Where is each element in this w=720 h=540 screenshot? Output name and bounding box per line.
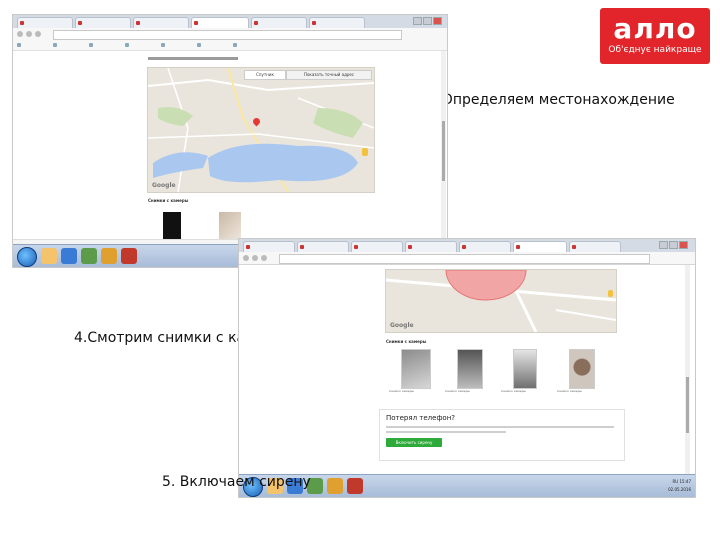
browser-tab[interactable]: [351, 241, 403, 252]
close-icon[interactable]: [433, 17, 442, 25]
system-tray[interactable]: RU 15:47 02.05.2016: [668, 478, 691, 494]
pegman-icon[interactable]: [362, 148, 368, 156]
photos-heading: Снимки с камеры: [386, 339, 427, 344]
siren-card-text: [386, 431, 506, 433]
browser-tab[interactable]: [251, 17, 307, 28]
logo-wordmark: алло: [613, 12, 697, 45]
explorer-icon[interactable]: [41, 248, 57, 264]
tray-language[interactable]: RU: [672, 479, 678, 484]
bookmark-item[interactable]: [125, 42, 161, 48]
pdf-icon[interactable]: [347, 478, 363, 494]
logo-tagline: Об'єднує найкраще: [608, 45, 702, 55]
browser-tab[interactable]: [405, 241, 457, 252]
tray-time: 15:47: [679, 479, 691, 484]
photo-caption: Снимок камеры: [501, 389, 526, 393]
photo-caption: Снимок камеры: [557, 389, 582, 393]
photo-caption: Снимок камеры: [389, 389, 414, 393]
photo-caption: Снимок камеры: [445, 389, 470, 393]
forward-icon[interactable]: [252, 255, 258, 261]
browser-tab[interactable]: [243, 241, 295, 252]
ie-icon[interactable]: [61, 248, 77, 264]
reload-icon[interactable]: [261, 255, 267, 261]
photos-heading: Снимки с камеры: [148, 198, 189, 203]
back-icon[interactable]: [17, 31, 23, 37]
bookmarks-bar: [13, 40, 447, 51]
scrollbar[interactable]: [441, 51, 446, 245]
media-icon[interactable]: [81, 248, 97, 264]
page-heading: [148, 57, 238, 60]
back-icon[interactable]: [243, 255, 249, 261]
caption-step-3: 3. Определяем местонахождение: [424, 92, 675, 108]
photo-thumbnail[interactable]: [149, 208, 195, 240]
map-canvas: [148, 68, 374, 192]
close-icon[interactable]: [679, 241, 688, 249]
maximize-icon[interactable]: [669, 241, 678, 249]
bookmark-item[interactable]: [17, 42, 53, 48]
screenshot-locate-phone: Спутник Показать точный адрес Google Сни…: [12, 14, 448, 268]
photo-thumbnail[interactable]: [457, 349, 483, 389]
browser-tab-bar: [239, 239, 695, 252]
browser-tab[interactable]: [133, 17, 189, 28]
location-map[interactable]: Google: [385, 269, 617, 333]
chrome-icon[interactable]: [101, 248, 117, 264]
location-map[interactable]: Спутник Показать точный адрес Google: [147, 67, 375, 193]
browser-tab[interactable]: [17, 17, 73, 28]
browser-tab[interactable]: [309, 17, 365, 28]
browser-tab-active[interactable]: [191, 17, 249, 28]
browser-tab[interactable]: [297, 241, 349, 252]
siren-card-title: Потерял телефон?: [386, 414, 456, 422]
start-button-icon[interactable]: [17, 247, 37, 267]
photo-thumbnail[interactable]: [513, 349, 537, 389]
photo-thumbnail[interactable]: [401, 349, 431, 389]
enable-siren-button[interactable]: Включить сирену: [386, 438, 442, 447]
browser-tab[interactable]: [459, 241, 511, 252]
pegman-icon[interactable]: [608, 290, 613, 297]
url-field[interactable]: [53, 30, 402, 40]
allo-logo: алло Об'єднує найкраще: [600, 8, 710, 64]
chrome-icon[interactable]: [327, 478, 343, 494]
map-canvas: [386, 270, 616, 332]
browser-tab-active[interactable]: [513, 241, 567, 252]
minimize-icon[interactable]: [659, 241, 668, 249]
browser-tab-bar: [13, 15, 447, 28]
siren-card: Потерял телефон? Включить сирену: [379, 409, 625, 461]
tray-date: 02.05.2016: [668, 487, 691, 492]
siren-card-text: [386, 426, 614, 428]
pdf-icon[interactable]: [121, 248, 137, 264]
google-logo: Google: [390, 322, 414, 329]
photo-thumbnail[interactable]: [201, 208, 243, 240]
caption-step-5: 5. Включаем сирену: [162, 474, 311, 490]
bookmark-item[interactable]: [161, 42, 197, 48]
bookmark-item[interactable]: [89, 42, 125, 48]
minimize-icon[interactable]: [413, 17, 422, 25]
maximize-icon[interactable]: [423, 17, 432, 25]
google-logo: Google: [152, 182, 176, 189]
photo-thumbnail[interactable]: [569, 349, 595, 389]
browser-tab[interactable]: [75, 17, 131, 28]
scrollbar[interactable]: [685, 265, 690, 475]
bookmark-item[interactable]: [53, 42, 89, 48]
forward-icon[interactable]: [26, 31, 32, 37]
url-field[interactable]: [279, 254, 650, 264]
screenshot-camera-photos: Google Снимки с камеры Снимок камеры Сни…: [238, 238, 696, 498]
browser-tab[interactable]: [569, 241, 621, 252]
bookmark-item[interactable]: [197, 42, 233, 48]
bookmark-item[interactable]: [233, 42, 269, 48]
address-bar: [239, 252, 695, 265]
reload-icon[interactable]: [35, 31, 41, 37]
